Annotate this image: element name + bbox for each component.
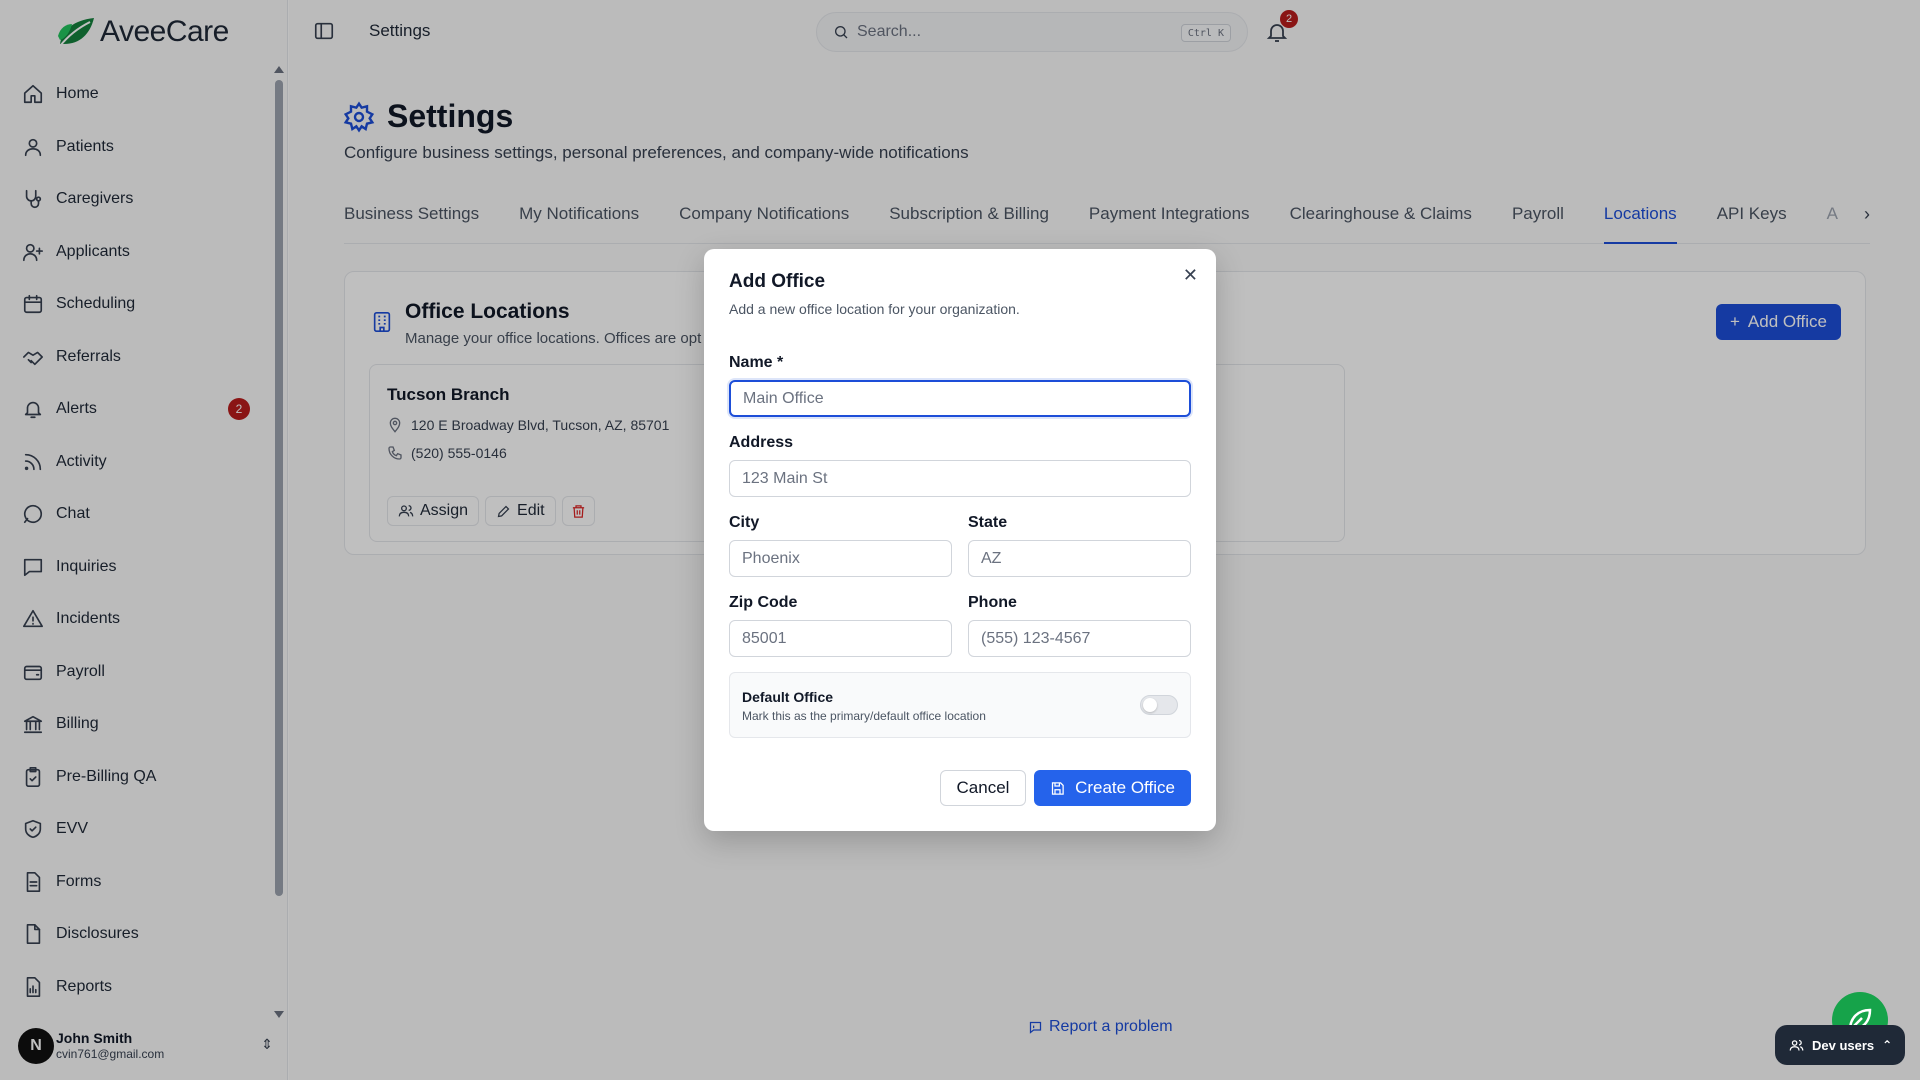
cancel-button[interactable]: Cancel bbox=[940, 770, 1026, 806]
create-office-label: Create Office bbox=[1075, 778, 1175, 797]
users-icon bbox=[1789, 1039, 1804, 1051]
zip-label: Zip Code bbox=[729, 594, 798, 611]
dialog-title: Add Office bbox=[729, 271, 826, 292]
phone-label: Phone bbox=[968, 594, 1017, 611]
close-icon[interactable]: ✕ bbox=[1183, 265, 1198, 286]
address-input[interactable] bbox=[729, 460, 1191, 497]
chevron-up-icon: ⌃ bbox=[1882, 1038, 1893, 1052]
toggle-knob bbox=[1143, 698, 1157, 712]
default-office-description: Mark this as the primary/default office … bbox=[742, 709, 986, 723]
save-icon bbox=[1051, 781, 1064, 795]
default-office-setting: Default Office Mark this as the primary/… bbox=[729, 672, 1191, 738]
name-label: Name * bbox=[729, 354, 784, 371]
dialog-description: Add a new office location for your organ… bbox=[729, 301, 1020, 317]
phone-input[interactable] bbox=[968, 620, 1191, 657]
state-input[interactable] bbox=[968, 540, 1191, 577]
zip-input[interactable] bbox=[729, 620, 952, 657]
dev-users-widget[interactable]: Dev users ⌃ bbox=[1775, 1025, 1905, 1065]
city-field-group: City bbox=[729, 514, 952, 577]
phone-field-group: Phone bbox=[968, 594, 1191, 657]
name-field-group: Name * bbox=[729, 354, 1191, 417]
name-input[interactable] bbox=[729, 380, 1191, 417]
state-field-group: State bbox=[968, 514, 1191, 577]
default-office-title: Default Office bbox=[742, 689, 834, 705]
add-office-dialog: ✕ Add Office Add a new office location f… bbox=[704, 249, 1216, 831]
dev-users-label: Dev users bbox=[1812, 1037, 1875, 1053]
city-label: City bbox=[729, 514, 760, 531]
create-office-button[interactable]: Create Office bbox=[1034, 770, 1191, 806]
address-field-group: Address bbox=[729, 434, 1191, 497]
address-label: Address bbox=[729, 434, 794, 451]
city-input[interactable] bbox=[729, 540, 952, 577]
default-office-toggle[interactable] bbox=[1140, 695, 1178, 715]
zip-field-group: Zip Code bbox=[729, 594, 952, 657]
state-label: State bbox=[968, 514, 1008, 531]
